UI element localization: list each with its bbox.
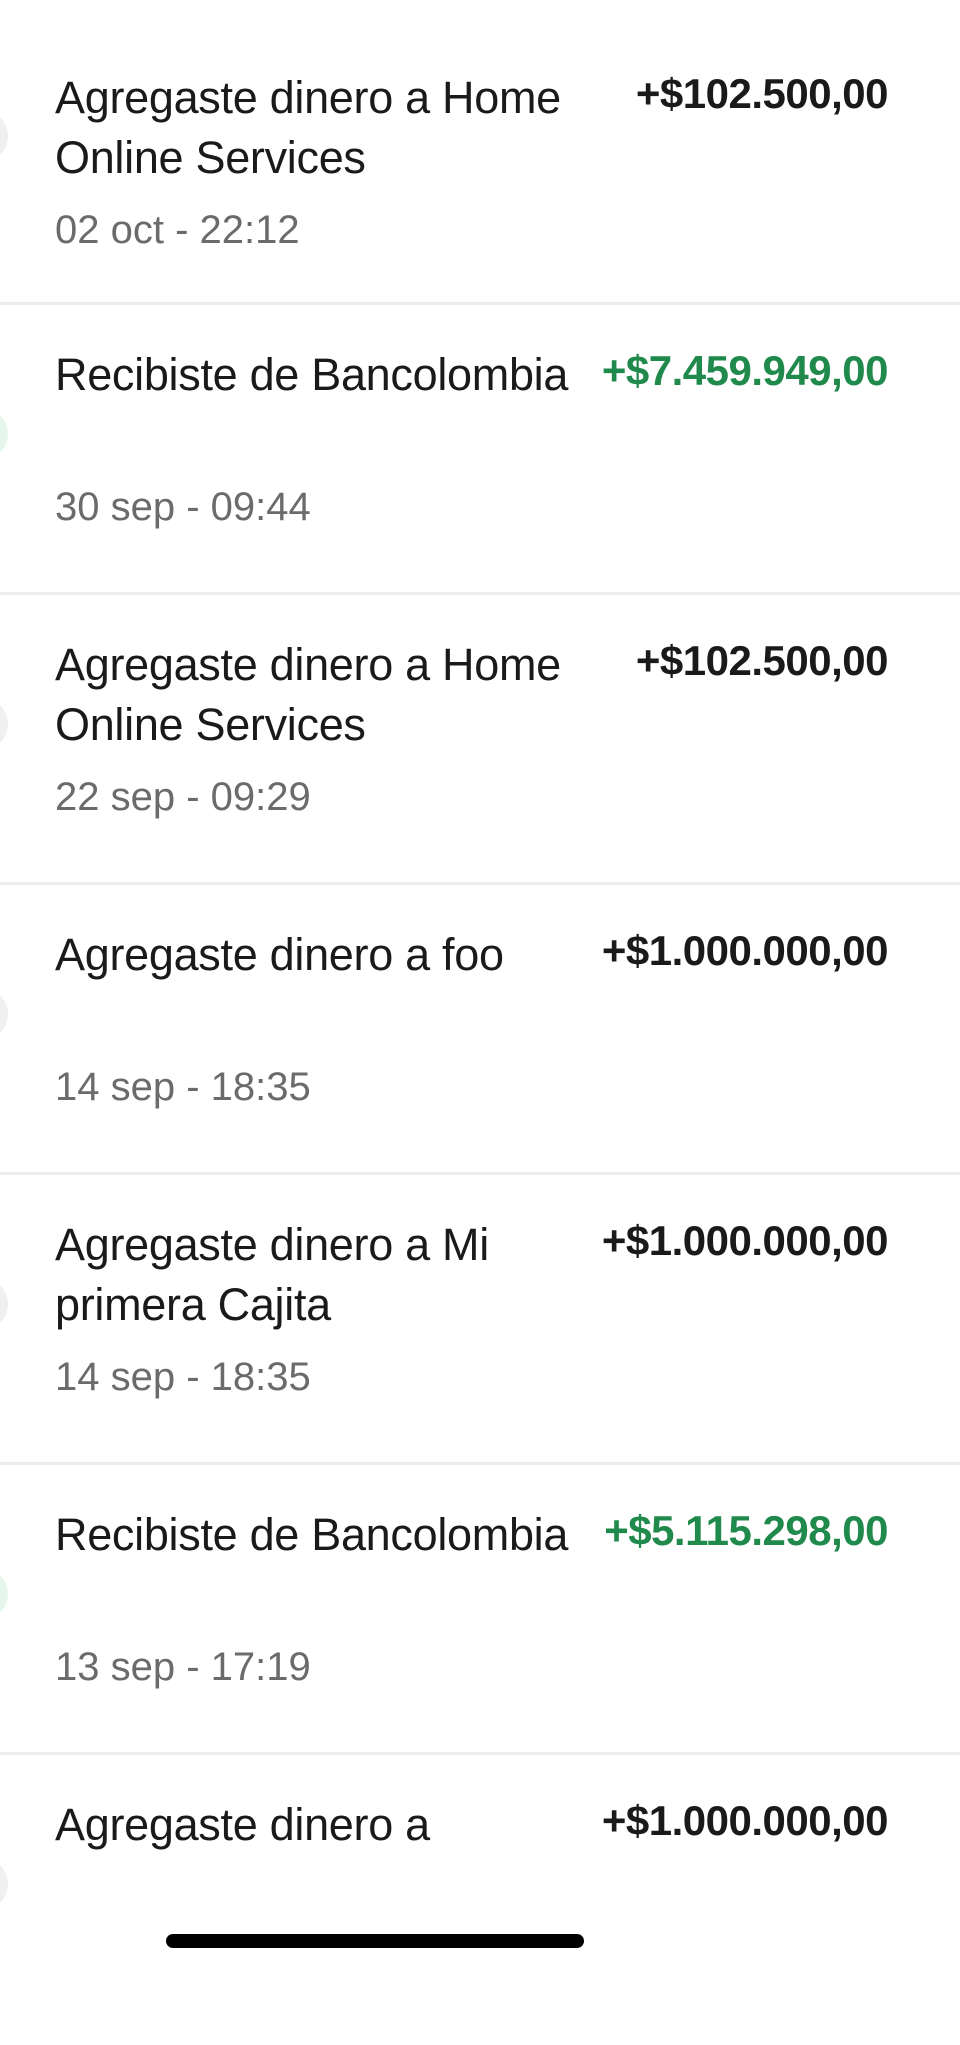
transaction-amount: +$102.500,00 <box>635 70 889 117</box>
transaction-row[interactable]: Agregaste dinero a Home Online Services … <box>0 0 960 305</box>
transaction-avatar <box>0 1278 8 1330</box>
transaction-row[interactable]: Agregaste dinero a Home Online Services … <box>0 595 960 885</box>
transaction-row[interactable]: Recibiste de Bancolombia 13 sep - 17:19 … <box>0 1465 960 1755</box>
transaction-avatar <box>0 698 8 750</box>
transaction-amount: +$7.459.949,00 <box>601 347 889 394</box>
transaction-row[interactable]: Recibiste de Bancolombia 30 sep - 09:44 … <box>0 305 960 595</box>
transaction-date: 22 sep - 09:29 <box>55 775 311 819</box>
transaction-amount: +$102.500,00 <box>635 637 889 684</box>
transaction-title: Agregaste dinero a <box>55 1799 430 1850</box>
transaction-row[interactable]: Agregaste dinero a foo 14 sep - 18:35 +$… <box>0 885 960 1175</box>
transaction-date: 14 sep - 18:35 <box>55 1355 311 1399</box>
transaction-title: Recibiste de Bancolombia <box>55 1509 569 1560</box>
transaction-title: Agregaste dinero a Home Online Services <box>55 72 561 183</box>
transaction-title: Agregaste dinero a Mi primera Cajita <box>55 1219 489 1330</box>
transaction-date: 14 sep - 18:35 <box>55 1065 311 1109</box>
transaction-avatar <box>0 988 8 1040</box>
transaction-avatar <box>0 408 8 460</box>
transaction-date: 30 sep - 09:44 <box>55 485 311 529</box>
transaction-amount: +$1.000.000,00 <box>601 1217 889 1264</box>
transaction-amount: +$1.000.000,00 <box>601 1797 889 1844</box>
transaction-title: Agregaste dinero a Home Online Services <box>55 639 561 750</box>
transaction-amount: +$1.000.000,00 <box>601 927 889 974</box>
transaction-row[interactable]: Agregaste dinero a Mi primera Cajita 14 … <box>0 1175 960 1465</box>
transaction-avatar <box>0 1858 8 1910</box>
transaction-title: Recibiste de Bancolombia <box>55 349 569 400</box>
home-indicator[interactable] <box>166 1934 584 1948</box>
transaction-date: 13 sep - 17:19 <box>55 1645 311 1689</box>
transaction-avatar <box>0 110 8 162</box>
transaction-row[interactable]: Agregaste dinero a +$1.000.000,00 <box>0 1755 960 2045</box>
transaction-title: Agregaste dinero a foo <box>55 929 504 980</box>
transaction-avatar <box>0 1568 8 1620</box>
transaction-date: 02 oct - 22:12 <box>55 208 300 252</box>
transaction-amount: +$5.115.298,00 <box>604 1507 888 1554</box>
transactions-list: Agregaste dinero a Home Online Services … <box>0 0 960 2045</box>
